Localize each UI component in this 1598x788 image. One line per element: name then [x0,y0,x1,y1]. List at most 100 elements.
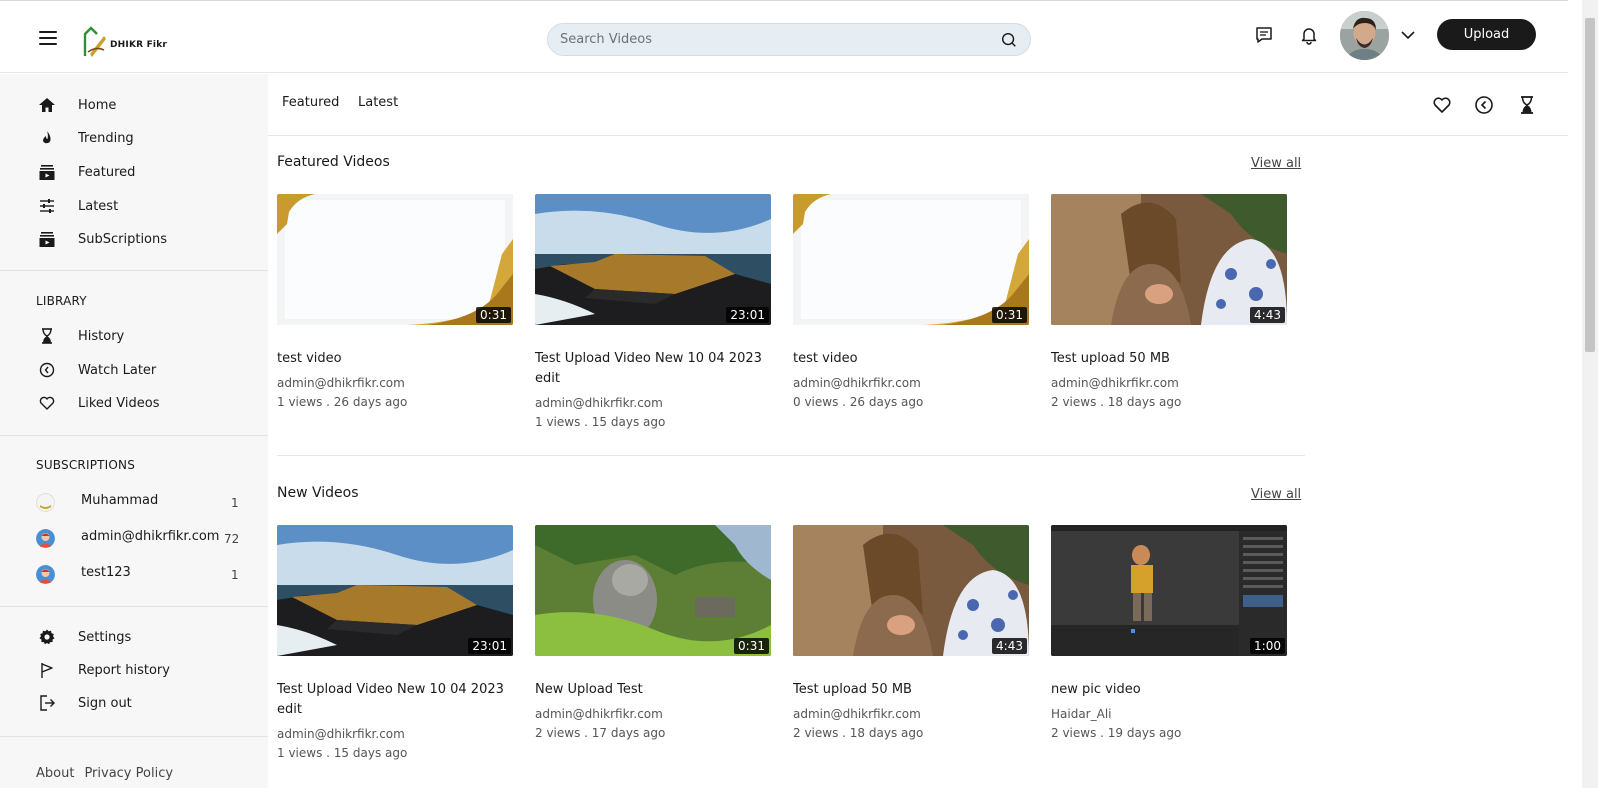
library-heading: LIBRARY [36,294,87,308]
sidebar-item-report-history[interactable]: Report history [38,658,170,682]
sign-out-icon [40,695,55,711]
subscription-item[interactable]: test123 1 [36,562,256,586]
video-thumbnail[interactable]: 0:31 [277,194,513,325]
about-link[interactable]: About [36,766,74,781]
avatar[interactable] [1340,11,1389,60]
video-card[interactable]: 23:01 Test Upload Video New 10 04 2023 e… [277,525,513,763]
tab-bar: Featured Latest [268,74,1568,136]
menu-icon[interactable] [39,31,57,45]
subscription-name: admin@dhikrfikr.com [81,529,220,544]
thumbnail-image [793,525,1029,656]
sidebar-item-settings[interactable]: Settings [38,625,131,649]
view-all-link[interactable]: View all [1251,487,1301,502]
video-thumbnail[interactable]: 4:43 [793,525,1029,656]
video-author[interactable]: admin@dhikrfikr.com [793,705,1029,724]
video-duration: 0:31 [476,307,511,323]
video-card[interactable]: 0:31 New Upload Test admin@dhikrfikr.com… [535,525,771,743]
video-thumbnail[interactable]: 1:00 [1051,525,1287,656]
sliders-icon [40,199,54,213]
heart-icon[interactable] [1431,94,1453,116]
video-author[interactable]: admin@dhikrfikr.com [535,394,771,413]
video-author[interactable]: admin@dhikrfikr.com [793,374,1029,393]
subscription-item[interactable]: Muhammad 1 [36,490,256,514]
video-title[interactable]: Test Upload Video New 10 04 2023 edit [277,680,513,720]
flame-icon [43,131,51,144]
sidebar-item-subscriptions[interactable]: SubScriptions [38,227,167,251]
sidebar-item-home[interactable]: Home [38,93,116,117]
home-icon [39,98,55,112]
sidebar-item-label: Sign out [78,695,132,711]
search-input[interactable] [560,32,1000,47]
video-thumbnail[interactable]: 23:01 [535,194,771,325]
tab-featured[interactable]: Featured [282,95,339,110]
video-author[interactable]: admin@dhikrfikr.com [1051,374,1287,393]
logo[interactable]: DHIKR Fikr [82,23,167,59]
main-content: Featured Latest Featured Videos View all… [268,74,1568,788]
video-card[interactable]: 0:31 test video admin@dhikrfikr.com 1 vi… [277,194,513,412]
bell-icon[interactable] [1299,25,1319,45]
tab-latest[interactable]: Latest [358,95,398,110]
video-age: 17 days ago [591,726,666,740]
page-scrollbar[interactable] [1582,0,1598,788]
view-all-link[interactable]: View all [1251,156,1301,171]
thumbnail-image [277,194,513,325]
sidebar-item-liked-videos[interactable]: Liked Videos [38,391,160,415]
video-thumbnail[interactable]: 0:31 [793,194,1029,325]
video-author[interactable]: Haidar_Ali [1051,705,1287,724]
message-icon[interactable] [1254,25,1274,45]
video-age: 26 days ago [333,395,408,409]
video-title[interactable]: New Upload Test [535,680,771,700]
video-thumbnail[interactable]: 23:01 [277,525,513,656]
thumbnail-image [1051,194,1287,325]
sidebar-divider [0,736,268,737]
video-thumbnail[interactable]: 4:43 [1051,194,1287,325]
video-title[interactable]: Test Upload Video New 10 04 2023 edit [535,349,771,389]
video-title[interactable]: Test upload 50 MB [1051,349,1287,369]
video-card[interactable]: 23:01 Test Upload Video New 10 04 2023 e… [535,194,771,432]
subscription-count: 72 [224,532,240,546]
video-title[interactable]: test video [277,349,513,369]
video-title[interactable]: new pic video [1051,680,1287,700]
section-title: New Videos [277,485,359,501]
sidebar-item-watch-later[interactable]: Watch Later [38,358,156,382]
sidebar-item-label: History [78,328,125,344]
subscription-count: 1 [231,568,239,582]
hourglass-icon[interactable] [1516,94,1538,116]
sidebar-item-latest[interactable]: Latest [38,194,118,218]
logo-text: DHIKR Fikr [110,40,168,50]
thumbnail-image [535,525,771,656]
clock-back-icon[interactable] [1473,94,1495,116]
sidebar-item-trending[interactable]: Trending [38,126,134,150]
video-card[interactable]: 4:43 Test upload 50 MB admin@dhikrfikr.c… [793,525,1029,743]
video-views: 1 views [277,746,323,760]
upload-button[interactable]: Upload [1437,19,1536,50]
video-author[interactable]: admin@dhikrfikr.com [277,374,513,393]
search-bar[interactable] [547,23,1031,56]
sidebar-item-featured[interactable]: Featured [38,160,135,184]
sidebar-item-history[interactable]: History [38,324,124,348]
chevron-down-icon[interactable] [1400,28,1416,42]
subscription-item[interactable]: admin@dhikrfikr.com 72 [36,526,256,550]
thumbnail-image [793,194,1029,325]
video-thumbnail[interactable]: 0:31 [535,525,771,656]
thumbnail-image [277,525,513,656]
video-title[interactable]: test video [793,349,1029,369]
video-title[interactable]: Test upload 50 MB [793,680,1029,700]
search-icon[interactable] [1000,31,1018,49]
video-age: 15 days ago [333,746,408,760]
scrollbar-thumb[interactable] [1585,18,1595,352]
video-views: 2 views [535,726,581,740]
hourglass-icon [42,328,52,344]
privacy-policy-link[interactable]: Privacy Policy [84,766,173,781]
logo-icon [83,26,106,57]
thumbnail-image [1051,525,1287,656]
video-author[interactable]: admin@dhikrfikr.com [535,705,771,724]
video-card[interactable]: 0:31 test video admin@dhikrfikr.com 0 vi… [793,194,1029,412]
subscription-name: Muhammad [81,493,159,508]
video-author[interactable]: admin@dhikrfikr.com [277,725,513,744]
video-card[interactable]: 1:00 new pic video Haidar_Ali 2 views . … [1051,525,1287,743]
video-card[interactable]: 4:43 Test upload 50 MB admin@dhikrfikr.c… [1051,194,1287,412]
channel-avatar [36,493,55,512]
video-stats: 2 views . 18 days ago [793,726,924,740]
sidebar-item-sign-out[interactable]: Sign out [38,691,132,715]
